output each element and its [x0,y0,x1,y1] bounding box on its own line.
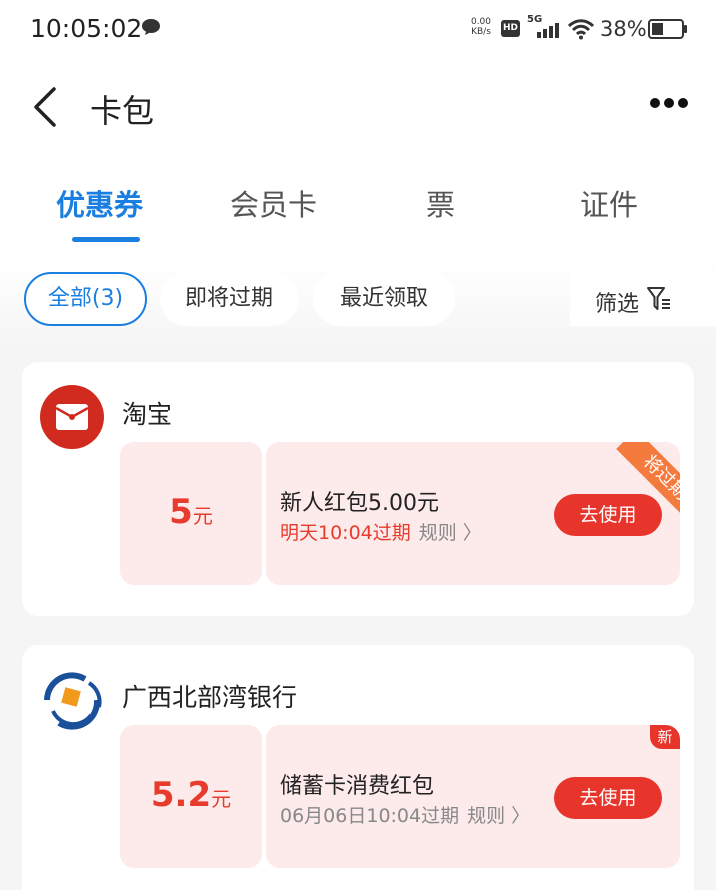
use-coupon-button[interactable]: 去使用 [554,494,662,536]
coupon-expiry: 06月06日10:04过期 规则 〉 [280,801,530,828]
coupon[interactable]: 5.2元 储蓄卡消费红包 06月06日10:04过期 规则 〉 去使用 新 [120,725,680,868]
merchant-name: 淘宝 [122,400,173,429]
coupon-expiry: 明天10:04过期 规则 〉 [280,518,482,545]
coupon-detail-panel: 新人红包5.00元 明天10:04过期 规则 〉 去使用 将过期 [266,442,680,585]
message-bubble-icon [142,19,160,35]
coupon-card-bank: 广西北部湾银行 5.2元 储蓄卡消费红包 06月06日10:04过期 规则 〉 去… [22,645,694,890]
filter-button[interactable]: 筛选 [570,272,716,326]
coupon-expiry-text: 06月06日10:04过期 [280,805,460,827]
tab-certificates[interactable]: 证件 [580,182,638,224]
taobao-red-envelope-icon [40,385,104,449]
battery-icon [648,19,687,39]
coupon-amount-unit: 元 [211,787,232,811]
back-arrow-icon[interactable] [28,86,62,128]
use-coupon-button[interactable]: 去使用 [554,777,662,819]
battery-percent: 38% [600,17,647,41]
coupon-rules-link[interactable]: 规则 〉 [467,805,530,827]
hd-icon: HD [501,20,520,37]
network-speed: 0.00 KB/s [466,17,496,37]
coupon-amount-value: 5.2 [150,775,212,815]
page-header: 卡包 [0,58,716,158]
network-speed-unit: KB/s [471,27,491,37]
coupon-amount-value: 5 [169,492,193,532]
more-options-icon[interactable] [648,96,690,110]
status-time: 10:05:02 [30,14,143,43]
filter-chip-expiring-soon[interactable]: 即将过期 [160,272,298,326]
category-tabs: 优惠券 会员卡 票 证件 [0,158,716,258]
tab-membership-cards[interactable]: 会员卡 [230,182,317,224]
coupon-name: 新人红包5.00元 [280,491,439,516]
funnel-filter-icon [647,287,670,310]
coupon-amount: 5元 [120,492,262,532]
wifi-icon [568,19,594,40]
coupon-rules-link[interactable]: 规则 〉 [419,522,482,544]
network-speed-value: 0.00 [470,17,492,27]
cell-signal-icon [537,23,559,38]
page-title: 卡包 [90,92,155,130]
active-tab-indicator [72,237,140,242]
coupon-card-taobao: 淘宝 5元 新人红包5.00元 明天10:04过期 规则 〉 去使用 将过期 [22,362,694,616]
coupon-amount-panel: 5.2元 [120,725,262,868]
bank-logo-icon [40,668,104,732]
coupon[interactable]: 5元 新人红包5.00元 明天10:04过期 规则 〉 去使用 将过期 [120,442,680,585]
merchant-name: 广西北部湾银行 [122,683,298,712]
new-badge: 新 [650,725,680,749]
filter-bar: 全部(3) 即将过期 最近领取 筛选 [0,258,716,348]
coupon-expiry-text: 明天10:04过期 [280,522,411,544]
status-bar: 10:05:02 0.00 KB/s HD 5G 38% [0,0,716,58]
filter-chip-recently-received[interactable]: 最近领取 [313,272,455,326]
coupon-amount-panel: 5元 [120,442,262,585]
coupon-amount: 5.2元 [120,775,262,815]
filter-chip-all[interactable]: 全部(3) [24,272,147,326]
coupon-name: 储蓄卡消费红包 [280,774,435,799]
filter-label: 筛选 [595,292,640,317]
tab-tickets[interactable]: 票 [426,182,455,224]
coupon-detail-panel: 储蓄卡消费红包 06月06日10:04过期 规则 〉 去使用 新 [266,725,680,868]
coupon-amount-unit: 元 [192,504,213,528]
tab-coupons[interactable]: 优惠券 [56,182,143,224]
